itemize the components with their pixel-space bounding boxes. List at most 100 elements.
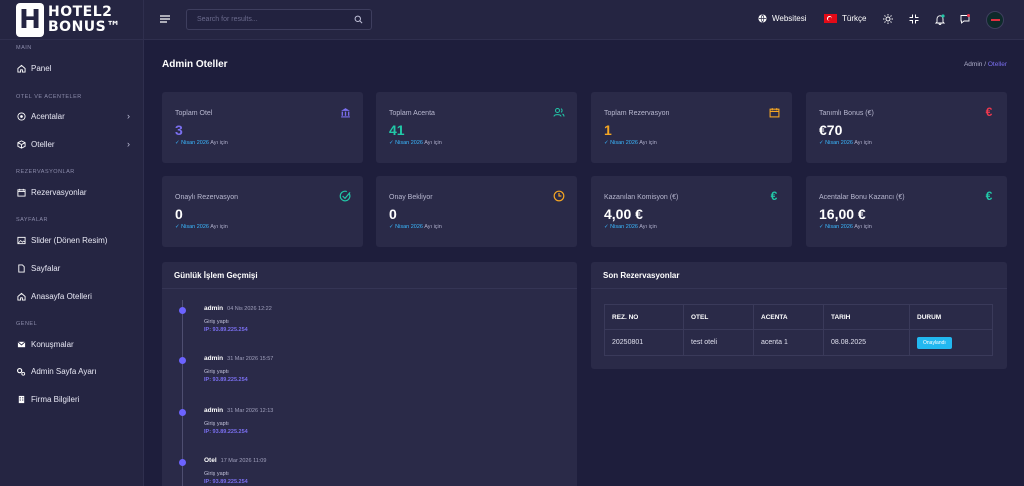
- page-title: Admin Oteller: [162, 59, 228, 70]
- logo[interactable]: H HOTEL2 BONUS™: [0, 0, 143, 40]
- sidebar-item-konusmalar[interactable]: Konuşmalar: [16, 337, 130, 351]
- timeline-dot: [179, 409, 186, 416]
- check-icon: ✓: [819, 140, 824, 146]
- sidebar-item-oteller[interactable]: Oteller ›: [16, 137, 130, 151]
- stat-card: Onaylı Rezervasyon 0 ✓ Nisan 2026 Ayı iç…: [162, 176, 363, 247]
- stat-period: ✓ Nisan 2026 Ayı için: [175, 224, 228, 230]
- stat-value: 0: [175, 206, 183, 222]
- sidebar-item-sayfalar[interactable]: Sayfalar: [16, 261, 130, 275]
- stat-value: 0: [389, 206, 397, 222]
- agency-cell: acenta 1: [753, 329, 824, 356]
- euro-icon: €: [985, 189, 993, 203]
- timeline-username: Otel: [204, 457, 217, 464]
- timeline-dot: [179, 357, 186, 364]
- rez-no-cell: 20250801: [604, 329, 684, 356]
- breadcrumb-home[interactable]: Admin: [964, 61, 982, 68]
- stat-label: Toplam Otel: [175, 110, 213, 117]
- menu-toggle-icon[interactable]: [160, 15, 170, 25]
- stat-value: 1: [604, 122, 612, 138]
- stat-period: ✓ Nisan 2026 Ayı için: [819, 140, 872, 146]
- table-row[interactable]: 20250801 test oteli acenta 1 08.08.2025 …: [604, 329, 993, 356]
- stat-label: Acentalar Bonu Kazancı (€): [819, 194, 905, 201]
- logo-line2: BONUS™: [48, 18, 121, 35]
- file-icon: [16, 263, 26, 273]
- image-icon: [16, 235, 26, 245]
- timeline-action: Giriş yaptı: [204, 421, 229, 427]
- stat-label: Onaylı Rezervasyon: [175, 194, 239, 201]
- stat-label: Toplam Rezervasyon: [604, 110, 670, 117]
- sidebar-item-rezervasyonlar[interactable]: Rezervasyonlar: [16, 185, 130, 199]
- website-label: Websitesi: [772, 14, 807, 23]
- check-icon: ✓: [175, 224, 180, 230]
- reservations-table: REZ. NO OTEL ACENTA TARIH DURUM 20250801…: [604, 304, 993, 356]
- section-main: MAIN: [16, 45, 32, 51]
- sidebar-item-label: Slider (Dönen Resim): [31, 235, 108, 245]
- stat-suffix: Ayı için: [210, 140, 228, 146]
- notification-bell-icon[interactable]: [935, 14, 945, 25]
- sidebar-item-admin-sayfa-ayari[interactable]: Admin Sayfa Ayarı: [16, 364, 130, 378]
- stat-label: Kazanılan Komisyon (€): [604, 194, 679, 201]
- clock-icon: [553, 190, 565, 202]
- stat-month: Nisan 2026: [181, 224, 209, 230]
- search-input[interactable]: Search for results...: [186, 9, 372, 30]
- stat-period: ✓ Nisan 2026 Ayı için: [604, 224, 657, 230]
- timeline-time: 31 Mar 2026 12:13: [227, 408, 274, 414]
- cube-icon: [16, 139, 26, 149]
- language-label: Türkçe: [842, 14, 867, 23]
- stat-label: Onay Bekliyor: [389, 194, 433, 201]
- sidebar-item-label: Rezervasyonlar: [31, 187, 87, 197]
- check-icon: ✓: [389, 224, 394, 230]
- check-icon: ✓: [819, 224, 824, 230]
- fullscreen-icon[interactable]: [909, 14, 919, 24]
- timeline-username: admin: [204, 305, 224, 312]
- timeline-dot: [179, 307, 186, 314]
- sidebar-item-acentalar[interactable]: Acentalar ›: [16, 109, 130, 123]
- timeline-username: admin: [204, 355, 224, 362]
- search-icon[interactable]: [354, 15, 363, 24]
- column-header: OTEL: [683, 304, 754, 330]
- users-icon: [553, 106, 565, 118]
- stat-period: ✓ Nisan 2026 Ayı için: [389, 224, 442, 230]
- status-cell: Onaylandı: [909, 329, 993, 356]
- chat-icon[interactable]: [960, 14, 970, 24]
- stat-period: ✓ Nisan 2026 Ayı için: [819, 224, 872, 230]
- stat-card: Kazanılan Komisyon (€) 4,00 € ✓ Nisan 20…: [591, 176, 792, 247]
- logo-line1: HOTEL2: [48, 3, 113, 20]
- agency-icon: [16, 111, 26, 121]
- stat-value: 16,00 €: [819, 206, 866, 222]
- mail-icon: [16, 339, 26, 349]
- stat-card: Onay Bekliyor 0 ✓ Nisan 2026 Ayı için: [376, 176, 577, 247]
- turkey-flag-icon: [824, 14, 837, 23]
- calendar-icon: [768, 106, 780, 118]
- timeline-action: Giriş yaptı: [204, 319, 229, 325]
- reservations-title: Son Rezervasyonlar: [591, 262, 1007, 289]
- check-icon: ✓: [389, 140, 394, 146]
- stat-month: Nisan 2026: [825, 224, 853, 230]
- stat-value: 41: [389, 122, 405, 138]
- theme-toggle-icon[interactable]: [883, 14, 893, 24]
- language-selector[interactable]: Türkçe: [824, 14, 866, 23]
- sidebar-item-anasayfa-otelleri[interactable]: Anasayfa Otelleri: [16, 289, 130, 303]
- stat-suffix: Ayı için: [210, 224, 228, 230]
- column-header: TARIH: [823, 304, 910, 330]
- sidebar: H HOTEL2 BONUS™ MAIN Panel OTEL VE ACENTE…: [0, 0, 144, 486]
- timeline-user: admin 04 Nis 2026 12:22: [204, 305, 272, 312]
- section-general: GENEL: [16, 321, 38, 327]
- stat-month: Nisan 2026: [181, 140, 209, 146]
- chevron-right-icon: ›: [127, 111, 130, 121]
- avatar[interactable]: [986, 11, 1004, 29]
- sidebar-item-label: Oteller: [31, 139, 55, 149]
- check-icon: ✓: [175, 140, 180, 146]
- sidebar-item-panel[interactable]: Panel: [16, 61, 130, 75]
- stat-value: 4,00 €: [604, 206, 643, 222]
- timeline-user: admin 31 Mar 2026 15:57: [204, 355, 273, 362]
- sidebar-item-slider[interactable]: Slider (Dönen Resim): [16, 233, 130, 247]
- date-cell: 08.08.2025: [823, 329, 910, 356]
- chevron-right-icon: ›: [127, 139, 130, 149]
- stat-period: ✓ Nisan 2026 Ayı için: [389, 140, 442, 146]
- stat-value: €70: [819, 122, 843, 138]
- website-link[interactable]: Websitesi: [758, 14, 807, 23]
- stat-suffix: Ayı için: [854, 140, 872, 146]
- sidebar-item-firma-bilgileri[interactable]: Firma Bilgileri: [16, 392, 130, 406]
- hotel-cell: test oteli: [683, 329, 754, 356]
